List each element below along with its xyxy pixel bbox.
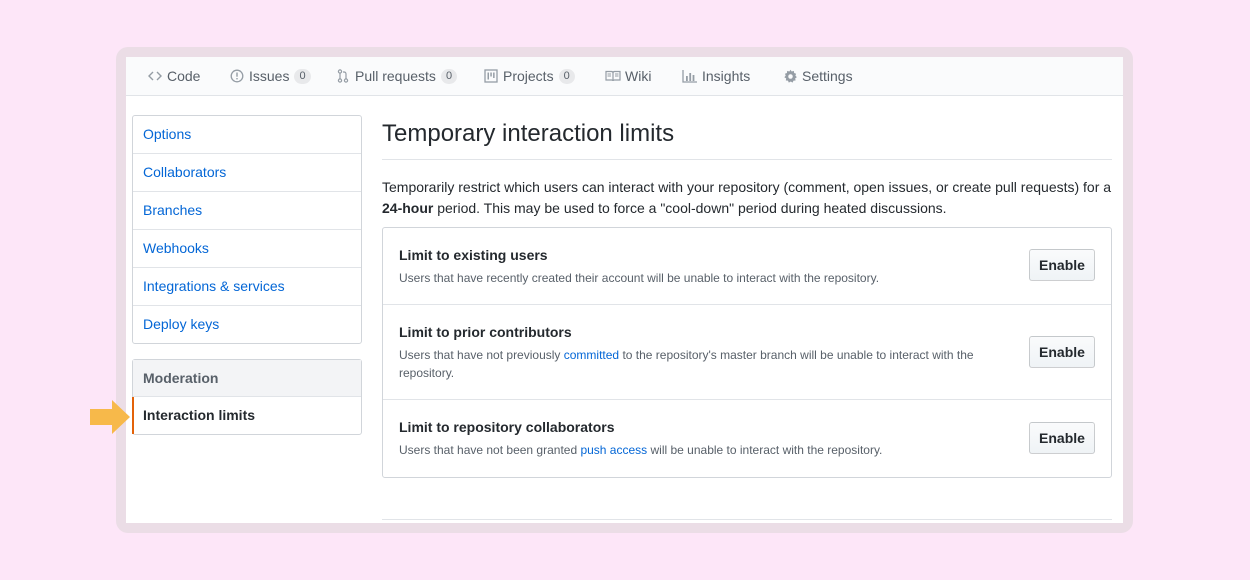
sidebar-item-webhooks[interactable]: Webhooks	[133, 230, 361, 268]
option-note: Users that have recently created their a…	[399, 271, 880, 285]
issues-counter: 0	[294, 68, 311, 84]
code-icon	[147, 68, 163, 84]
projects-counter: 0	[558, 68, 575, 84]
option-title: Limit to existing users	[399, 247, 548, 263]
repo-settings-window: Code Issues 0 Pull requests 0 Projects 0	[126, 57, 1123, 523]
committed-link[interactable]: committed	[564, 348, 619, 362]
option-title: Limit to prior contributors	[399, 324, 572, 340]
settings-sidebar-menu: Options Collaborators Branches Webhooks …	[132, 115, 362, 344]
sidebar-item-deploy-keys[interactable]: Deploy keys	[133, 306, 361, 343]
limit-option-existing-users: Limit to existing users Users that have …	[383, 228, 1111, 305]
gear-icon	[782, 68, 798, 84]
tab-settings[interactable]: Settings	[782, 57, 853, 95]
page-title: Temporary interaction limits	[382, 115, 1112, 160]
sidebar-item-collaborators[interactable]: Collaborators	[133, 154, 361, 192]
tab-wiki[interactable]: Wiki	[605, 57, 651, 95]
sidebar-item-interaction-limits[interactable]: Interaction limits	[132, 397, 361, 434]
content-divider	[382, 519, 1112, 520]
tab-settings-label: Settings	[802, 68, 853, 84]
limit-option-repository-collaborators: Limit to repository collaborators Users …	[383, 400, 1111, 477]
push-access-link[interactable]: push access	[580, 443, 647, 457]
tab-wiki-label: Wiki	[625, 68, 652, 84]
tab-pull-requests-label: Pull requests	[355, 68, 436, 84]
tab-projects-label: Projects	[503, 68, 554, 84]
pull-request-icon	[335, 68, 351, 84]
note-text-end: will be unable to interact with the repo…	[647, 443, 883, 457]
tab-insights-label: Insights	[702, 68, 751, 84]
main-content: Temporary interaction limits Temporarily…	[382, 115, 1112, 478]
sidebar-item-integrations[interactable]: Integrations & services	[133, 268, 361, 306]
enable-repository-collaborators-button[interactable]: Enable	[1029, 422, 1095, 454]
sidebar-item-options[interactable]: Options	[133, 116, 361, 154]
option-title: Limit to repository collaborators	[399, 419, 615, 435]
tab-issues[interactable]: Issues 0	[229, 57, 311, 95]
issue-icon	[229, 68, 245, 84]
note-text-start: Users that have not previously	[399, 348, 564, 362]
option-note: Users that have not been granted push ac…	[399, 441, 989, 459]
project-icon	[483, 68, 499, 84]
highlight-arrow-icon	[90, 400, 130, 434]
repo-nav: Code Issues 0 Pull requests 0 Projects 0	[126, 57, 1123, 96]
moderation-menu: Moderation Interaction limits	[132, 359, 362, 435]
pull-requests-counter: 0	[440, 68, 458, 84]
tab-issues-label: Issues	[249, 68, 290, 84]
interaction-limits-box: Limit to existing users Users that have …	[382, 227, 1112, 478]
enable-existing-users-button[interactable]: Enable	[1029, 249, 1095, 281]
sidebar-item-branches[interactable]: Branches	[133, 192, 361, 230]
tab-code[interactable]: Code	[147, 57, 200, 95]
limit-option-prior-contributors: Limit to prior contributors Users that h…	[383, 305, 1111, 400]
option-note: Users that have not previously committed…	[399, 346, 989, 382]
page-description: Temporarily restrict which users can int…	[382, 177, 1112, 219]
note-text-start: Users that have not been granted	[399, 443, 581, 457]
description-text-start: Temporarily restrict which users can int…	[382, 179, 1112, 195]
tab-insights[interactable]: Insights	[682, 57, 750, 95]
tab-code-label: Code	[167, 68, 201, 84]
tab-pull-requests[interactable]: Pull requests 0	[335, 57, 458, 95]
moderation-heading: Moderation	[133, 360, 361, 397]
description-bold-duration: 24-hour	[382, 200, 434, 216]
description-text-end: period. This may be used to force a "coo…	[433, 200, 947, 216]
book-icon	[605, 68, 621, 84]
tab-projects[interactable]: Projects 0	[483, 57, 575, 95]
graph-icon	[682, 68, 698, 84]
enable-prior-contributors-button[interactable]: Enable	[1029, 336, 1095, 368]
